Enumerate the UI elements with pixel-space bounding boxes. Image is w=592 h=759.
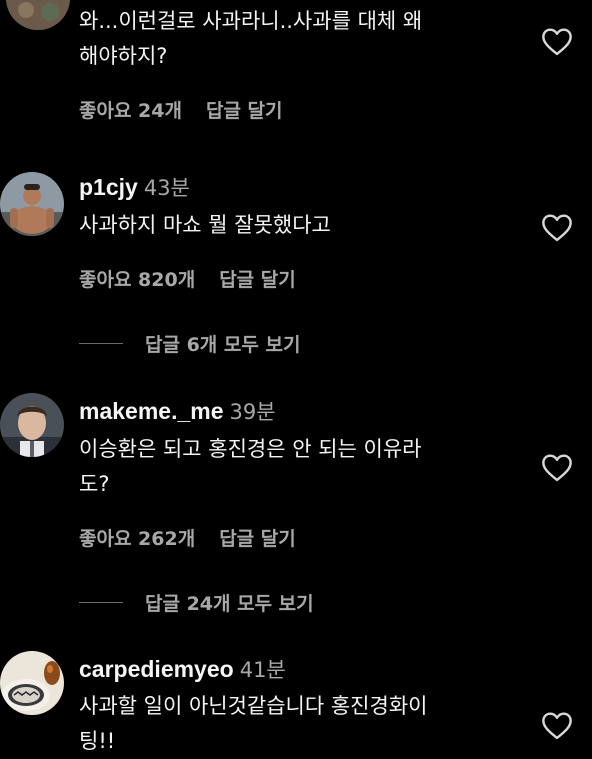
heart-icon[interactable] xyxy=(540,26,574,56)
comment-header: carpediemyeo 41분 xyxy=(79,654,286,686)
comment-header: makeme._me 39분 xyxy=(79,396,276,428)
view-replies-button[interactable]: 답글 6개 모두 보기 xyxy=(79,330,300,360)
username[interactable]: makeme._me xyxy=(79,398,224,424)
comment-actions: 좋아요 262개 답글 달기 xyxy=(79,524,296,551)
timestamp: 39분 xyxy=(229,400,276,424)
avatar[interactable] xyxy=(0,651,64,715)
reply-button[interactable]: 답글 달기 xyxy=(219,269,296,291)
divider-line xyxy=(79,602,123,603)
avatar[interactable] xyxy=(6,0,70,30)
timestamp: 41분 xyxy=(239,658,286,682)
comment-actions: 좋아요 24개 답글 달기 xyxy=(79,96,283,123)
comment-text: 사과할 일이 아닌것같습니다 홍진경화이 팅!! xyxy=(79,694,428,753)
view-replies-button[interactable]: 답글 24개 모두 보기 xyxy=(79,589,314,619)
heart-icon[interactable] xyxy=(540,452,574,482)
comment-text: 이승환은 되고 홍진경은 안 되는 이유라 도? xyxy=(79,437,422,496)
likes-count[interactable]: 좋아요 820개 xyxy=(79,269,195,291)
likes-count[interactable]: 좋아요 262개 xyxy=(79,528,195,550)
heart-icon[interactable] xyxy=(540,212,574,242)
reply-button[interactable]: 답글 달기 xyxy=(219,528,296,550)
avatar[interactable] xyxy=(0,393,64,457)
reply-button[interactable]: 답글 달기 xyxy=(206,100,283,122)
likes-count[interactable]: 좋아요 24개 xyxy=(79,100,182,122)
username[interactable]: p1cjy xyxy=(79,174,138,200)
comment-text: 와...이런걸로 사과라니..사과를 대체 왜 해야하지? xyxy=(79,9,423,68)
timestamp: 43분 xyxy=(143,176,190,200)
username[interactable]: carpediemyeo xyxy=(79,656,234,682)
comment-actions: 좋아요 820개 답글 달기 xyxy=(79,265,296,292)
comment-header: p1cjy 43분 xyxy=(79,172,190,204)
avatar[interactable] xyxy=(0,172,64,236)
comment-text: 사과하지 마쇼 뭘 잘못했다고 xyxy=(79,213,331,237)
heart-icon[interactable] xyxy=(540,710,574,740)
divider-line xyxy=(79,343,123,344)
